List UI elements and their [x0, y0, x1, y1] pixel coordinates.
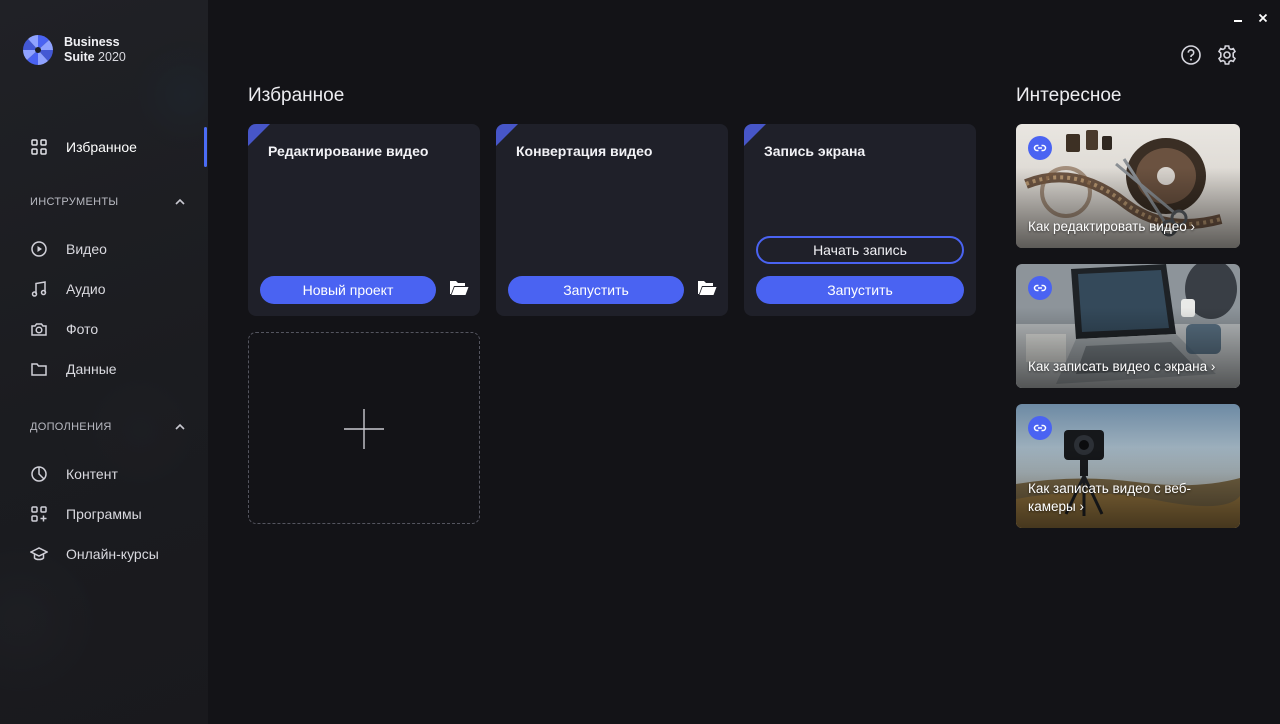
minimize-button[interactable]	[1230, 10, 1246, 26]
card-corner-marker	[496, 124, 518, 146]
play-circle-icon	[30, 240, 48, 258]
launch-button[interactable]: Запустить	[508, 276, 684, 304]
pinwheel-logo-icon	[23, 35, 53, 65]
tile-label: Как редактировать видео ›	[1028, 219, 1195, 234]
app-year: 2020	[98, 50, 126, 64]
apps-add-icon	[30, 505, 48, 523]
link-icon	[1033, 284, 1047, 292]
sidebar-item-programs[interactable]: Программы	[30, 502, 142, 526]
favorite-card-video-editing[interactable]: Редактирование видео Новый проект	[248, 124, 480, 316]
link-badge	[1028, 136, 1052, 160]
close-icon	[1258, 13, 1268, 23]
sidebar-item-favorites[interactable]: Избранное	[30, 135, 137, 159]
grid-icon	[30, 138, 48, 156]
camera-icon	[30, 320, 48, 338]
article-tile-record-webcam[interactable]: Как записать видео с веб-камеры ›	[1016, 404, 1240, 528]
app-name-line1: Business	[64, 35, 120, 49]
help-icon	[1181, 45, 1201, 65]
article-tile-record-screen[interactable]: Как записать видео с экрана ›	[1016, 264, 1240, 388]
close-button[interactable]	[1255, 10, 1271, 26]
tools-section-title: ИНСТРУМЕНТЫ	[30, 196, 119, 208]
favorite-card-video-conversion[interactable]: Конвертация видео Запустить	[496, 124, 728, 316]
link-icon	[1033, 424, 1047, 432]
card-title: Редактирование видео	[268, 143, 429, 159]
sidebar-item-label: Видео	[66, 241, 107, 257]
app-logo: Business Suite 2020	[22, 34, 126, 66]
settings-button[interactable]	[1216, 44, 1238, 66]
open-folder-icon	[450, 281, 469, 295]
start-recording-button[interactable]: Начать запись	[756, 236, 964, 264]
article-tile-edit-video[interactable]: Как редактировать видео ›	[1016, 124, 1240, 248]
sidebar-item-audio[interactable]: Аудио	[30, 277, 106, 301]
active-indicator	[204, 127, 207, 167]
sidebar-item-courses[interactable]: Онлайн-курсы	[30, 542, 159, 566]
open-folder-icon	[698, 281, 717, 295]
sidebar: Business Suite 2020 Избранное ИНСТРУМЕНТ…	[0, 0, 208, 724]
favorite-card-screen-recording[interactable]: Запись экрана Начать запись Запустить	[744, 124, 976, 316]
music-note-icon	[30, 280, 48, 298]
app-name: Business Suite 2020	[64, 35, 126, 65]
plus-icon	[344, 409, 384, 449]
add-favorite-button[interactable]	[248, 332, 480, 524]
addons-section-title: ДОПОЛНЕНИЯ	[30, 421, 112, 433]
sidebar-item-video[interactable]: Видео	[30, 237, 107, 261]
pie-chart-icon	[30, 465, 48, 483]
open-folder-button[interactable]	[696, 277, 718, 299]
gear-icon	[1217, 45, 1237, 65]
sidebar-item-label: Избранное	[66, 139, 137, 155]
sidebar-item-label: Фото	[66, 321, 99, 337]
card-corner-marker	[744, 124, 766, 146]
app-name-line2: Suite	[64, 50, 95, 64]
favorites-title: Избранное	[248, 85, 345, 106]
link-badge	[1028, 416, 1052, 440]
chevron-up-icon[interactable]	[174, 196, 186, 208]
card-title: Запись экрана	[764, 143, 866, 159]
new-project-button[interactable]: Новый проект	[260, 276, 436, 304]
sidebar-item-photo[interactable]: Фото	[30, 317, 98, 341]
minimize-icon	[1234, 20, 1242, 22]
sidebar-item-label: Контент	[66, 466, 118, 482]
sidebar-item-label: Аудио	[66, 281, 106, 297]
tile-label: Как записать видео с экрана ›	[1028, 359, 1216, 374]
sidebar-item-data[interactable]: Данные	[30, 357, 117, 381]
link-icon	[1033, 144, 1047, 152]
interesting-title: Интересное	[1016, 85, 1122, 106]
sidebar-item-content[interactable]: Контент	[30, 462, 118, 486]
help-button[interactable]	[1180, 44, 1202, 66]
open-folder-button[interactable]	[448, 277, 470, 299]
sidebar-item-label: Программы	[66, 506, 142, 522]
sidebar-item-label: Онлайн-курсы	[66, 546, 159, 562]
sidebar-item-label: Данные	[66, 361, 117, 377]
launch-button[interactable]: Запустить	[756, 276, 964, 304]
folder-icon	[30, 360, 48, 378]
graduation-cap-icon	[30, 545, 48, 563]
chevron-up-icon[interactable]	[174, 421, 186, 433]
card-title: Конвертация видео	[516, 143, 653, 159]
tile-label: Как записать видео с веб-камеры ›	[1028, 481, 1191, 514]
card-corner-marker	[248, 124, 270, 146]
link-badge	[1028, 276, 1052, 300]
